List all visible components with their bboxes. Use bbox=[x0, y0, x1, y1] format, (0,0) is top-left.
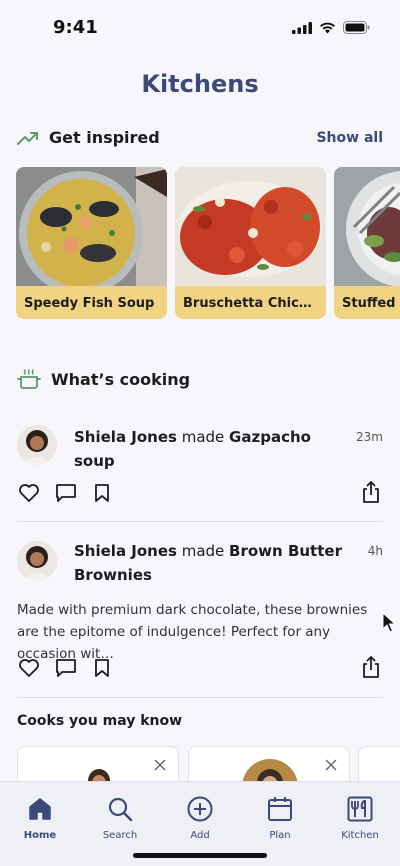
recipe-image-stuffed bbox=[334, 167, 400, 286]
post-actions bbox=[17, 480, 383, 507]
post-headline: Shiela Jones made Brown Butter Brownies bbox=[74, 539, 349, 587]
show-all-link[interactable]: Show all bbox=[316, 130, 383, 146]
tab-plan[interactable]: Plan bbox=[240, 796, 320, 841]
page-title: Kitchens bbox=[141, 70, 259, 98]
tab-label: Home bbox=[23, 830, 57, 841]
inspiration-carousel[interactable]: Speedy Fish Soup Bruschetta Chick… Stuff… bbox=[16, 167, 400, 319]
inspired-section-header: Get inspired bbox=[17, 128, 160, 147]
calendar-icon bbox=[268, 797, 292, 821]
inspired-title: Get inspired bbox=[49, 128, 160, 147]
recipe-card[interactable]: Bruschetta Chick… bbox=[175, 167, 326, 319]
dismiss-icon[interactable] bbox=[325, 759, 337, 771]
post-timestamp: 23m bbox=[356, 430, 383, 444]
post-verb: made bbox=[176, 428, 230, 446]
tab-search[interactable]: Search bbox=[80, 796, 160, 841]
post-headline: Shiela Jones made Gazpacho soup bbox=[74, 425, 339, 473]
share-icon[interactable] bbox=[361, 655, 381, 679]
tab-label: Add bbox=[190, 830, 210, 841]
search-icon bbox=[108, 797, 133, 822]
add-icon bbox=[187, 796, 213, 822]
post-actions bbox=[17, 655, 383, 682]
status-time: 9:41 bbox=[53, 17, 98, 38]
like-heart-icon[interactable] bbox=[18, 658, 40, 678]
bookmark-icon[interactable] bbox=[94, 483, 110, 503]
dismiss-icon[interactable] bbox=[154, 759, 166, 771]
tab-home[interactable]: Home bbox=[0, 796, 80, 841]
post-author[interactable]: Shiela Jones bbox=[74, 542, 177, 560]
home-icon bbox=[29, 798, 51, 820]
tab-label: Plan bbox=[269, 830, 291, 841]
tab-label: Search bbox=[102, 830, 138, 841]
tab-add[interactable]: Add bbox=[160, 796, 240, 841]
feed-post: Shiela Jones made Gazpacho soup 23m bbox=[17, 424, 383, 514]
app-screen: 9:41 Kitchens Get inspired Show all Spee… bbox=[0, 0, 400, 866]
home-indicator bbox=[133, 853, 267, 858]
avatar[interactable] bbox=[17, 541, 57, 581]
post-verb: made bbox=[176, 542, 230, 560]
cellular-signal-icon bbox=[292, 21, 312, 34]
divider bbox=[17, 521, 383, 522]
wifi-icon bbox=[320, 22, 335, 33]
recipe-card-title: Stuffed P bbox=[342, 296, 400, 311]
like-heart-icon[interactable] bbox=[18, 483, 40, 503]
recipe-image-bruschetta bbox=[175, 167, 326, 286]
feed-post: Shiela Jones made Brown Butter Brownies … bbox=[17, 538, 383, 688]
post-body: Made with premium dark chocolate, these … bbox=[17, 602, 368, 662]
battery-icon bbox=[343, 21, 370, 34]
avatar[interactable] bbox=[17, 425, 57, 465]
kitchen-icon bbox=[347, 796, 373, 822]
recipe-image-fish-soup bbox=[16, 167, 167, 286]
recipe-card-title: Speedy Fish Soup bbox=[24, 296, 155, 311]
cooking-title: What’s cooking bbox=[51, 369, 191, 389]
mouse-cursor-icon bbox=[382, 612, 396, 633]
bottom-tab-bar: Home Search Add Plan Kitchen bbox=[0, 781, 400, 866]
cooks-section-title: Cooks you may know bbox=[17, 713, 183, 729]
comment-icon[interactable] bbox=[55, 483, 77, 503]
cooking-section-header: What’s cooking bbox=[17, 368, 190, 390]
comment-icon[interactable] bbox=[55, 658, 77, 678]
tab-kitchen[interactable]: Kitchen bbox=[320, 796, 400, 841]
post-timestamp: 4h bbox=[367, 544, 383, 558]
recipe-card-title: Bruschetta Chick… bbox=[183, 296, 320, 311]
recipe-card[interactable]: Speedy Fish Soup bbox=[16, 167, 167, 319]
post-author[interactable]: Shiela Jones bbox=[74, 428, 177, 446]
tab-label: Kitchen bbox=[341, 830, 379, 841]
share-icon[interactable] bbox=[361, 480, 381, 504]
divider bbox=[17, 697, 383, 698]
pot-icon bbox=[17, 369, 41, 389]
avatar-photo bbox=[17, 425, 57, 465]
status-bar: 9:41 bbox=[0, 0, 400, 56]
recipe-card[interactable]: Stuffed P bbox=[334, 167, 400, 319]
bookmark-icon[interactable] bbox=[94, 658, 110, 678]
avatar-photo bbox=[17, 541, 57, 581]
trending-up-icon bbox=[17, 131, 38, 145]
status-icons bbox=[292, 21, 370, 34]
